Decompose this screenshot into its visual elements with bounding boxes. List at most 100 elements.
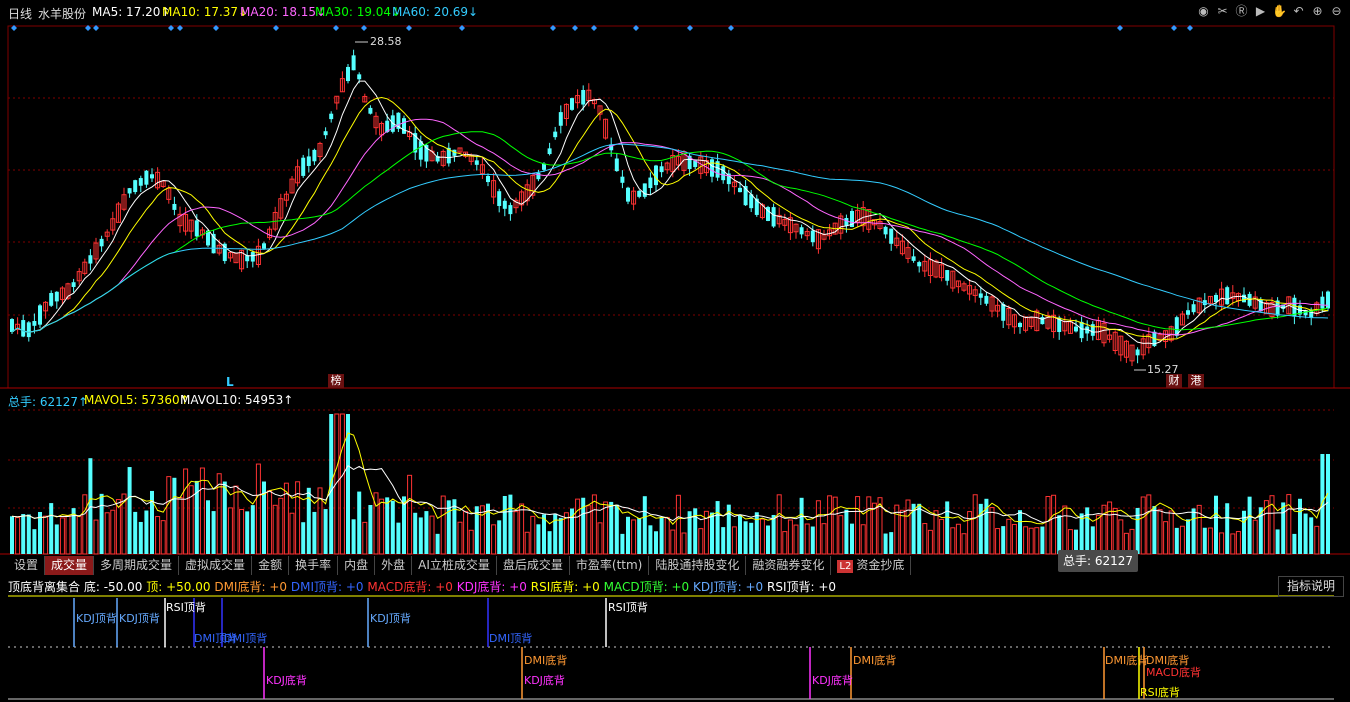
volume-bar (597, 522, 603, 555)
volume-bar (922, 523, 928, 555)
signal-label-rsi-bottom: RSI底背 (1140, 686, 1180, 699)
volume-bar (250, 505, 255, 554)
tab-1[interactable]: 成交量 (45, 556, 95, 575)
volume-bar (939, 518, 945, 555)
volume-bar (995, 528, 1001, 555)
signal-label-kdj-top: KDJ顶背 (76, 612, 117, 625)
volume-bar (233, 485, 239, 555)
candle-body (127, 188, 132, 194)
volume-bar (301, 522, 306, 554)
signal-label-rsi-top: RSI顶背 (166, 601, 206, 614)
tab-10[interactable]: 市盈率(ttm) (570, 556, 650, 575)
volume-bar (1157, 509, 1163, 555)
volume-bar (172, 477, 177, 554)
signal-label-kdj-top: KDJ顶背 (370, 612, 411, 625)
kdj-top: KDJ顶背: +0 (692, 580, 764, 594)
volume-bar (1011, 523, 1017, 555)
candle-body (497, 191, 502, 206)
tab-5[interactable]: 换手率 (289, 556, 339, 575)
high-price-label: 28.58 (370, 35, 402, 48)
tab-13[interactable]: L2 资金抄底 (831, 556, 912, 575)
tab-12[interactable]: 融资融券变化 (746, 556, 832, 575)
indicator-name[interactable]: 顶底背离集合 (8, 580, 80, 594)
tab-label: 虚拟成交量 (185, 558, 246, 572)
candle-body (659, 166, 664, 173)
candle-body (654, 165, 658, 186)
tab-6[interactable]: 内盘 (338, 556, 376, 575)
ma20-line (11, 118, 1329, 336)
volume-bar (743, 521, 748, 554)
volume-bar (1040, 526, 1045, 554)
candle-body (810, 230, 815, 243)
candle-body (21, 320, 26, 337)
candle-body (312, 149, 317, 162)
candle-body (911, 256, 916, 261)
marker-bang[interactable]: 榜 (328, 374, 344, 388)
candle-body (150, 174, 154, 179)
kline-chart[interactable]: 28.58 15.27 (0, 0, 1350, 702)
candle-body (1320, 296, 1325, 309)
volume-bar (637, 518, 642, 554)
tab-label: 市盈率(ttm) (575, 558, 643, 572)
volume-bar (1292, 533, 1297, 554)
volume-bar (782, 531, 788, 555)
volume-bar (435, 533, 440, 554)
tab-3[interactable]: 虚拟成交量 (179, 556, 253, 575)
indicator-help-button[interactable]: 指标说明 (1278, 576, 1344, 597)
tab-4[interactable]: 金额 (252, 556, 290, 575)
tab-8[interactable]: AI立桩成交量 (412, 556, 497, 575)
marker-gang[interactable]: 港 (1188, 374, 1204, 388)
volume-bar (479, 505, 485, 555)
candle-body (71, 282, 76, 287)
volume-bar (1023, 526, 1029, 555)
volume-bar (346, 414, 350, 554)
candle-body (1001, 304, 1006, 321)
volume-bar (133, 511, 138, 554)
volume-bar (502, 496, 507, 554)
candle-body (194, 220, 199, 237)
volume-bar (1146, 494, 1152, 555)
signal-label-kdj-bottom: KDJ底背 (524, 674, 565, 687)
marker-cai[interactable]: 财 (1166, 374, 1182, 388)
volume-bar (698, 528, 704, 555)
tab-9[interactable]: 盘后成交量 (497, 556, 570, 575)
volume-bar (681, 532, 687, 555)
candle-body (917, 262, 922, 267)
macd-top: MACD顶背: +0 (603, 580, 690, 594)
candle-body (329, 113, 334, 120)
tab-0[interactable]: 设置 (8, 556, 46, 575)
tab-11[interactable]: 陆股通持股变化 (649, 556, 747, 575)
candle-body (536, 172, 541, 180)
volume-bar (110, 509, 116, 555)
volume-bar (1006, 518, 1012, 555)
volume-bar (289, 512, 295, 555)
dmi-bottom: DMI底背: +0 (214, 580, 288, 594)
volume-bar (457, 521, 463, 555)
volume-bar (357, 491, 362, 554)
tab-label: 金额 (258, 558, 283, 572)
volume-bar (513, 511, 519, 555)
candle-body (1186, 310, 1190, 315)
volume-bar (155, 516, 161, 555)
volume-bar (166, 476, 172, 555)
volume-bar (754, 512, 759, 554)
indicator-tabs: 设置 成交量 多周期成交量 虚拟成交量 金额 换手率 内盘 外盘 AI立桩成交量 盘后成交量 市盈率… (8, 556, 912, 575)
volume-bar (860, 524, 866, 555)
volume-bar (26, 514, 31, 554)
tab-7[interactable]: 外盘 (375, 556, 413, 575)
volume-bar (670, 529, 676, 555)
l2-badge: L2 (837, 560, 854, 573)
volume-bar (491, 524, 497, 555)
volume-bar (933, 510, 939, 555)
candle-body (418, 141, 423, 160)
candle-body (250, 252, 255, 262)
marker-l[interactable]: L (226, 375, 234, 389)
signal-label-kdj-bottom: KDJ底背 (266, 674, 307, 687)
volume-bar (1112, 507, 1118, 555)
candle-body (642, 183, 647, 197)
candle-body (626, 187, 630, 202)
volume-bar (631, 519, 637, 555)
tab-2[interactable]: 多周期成交量 (94, 556, 180, 575)
volume-bar (351, 519, 356, 554)
volume-bar (1225, 503, 1230, 554)
